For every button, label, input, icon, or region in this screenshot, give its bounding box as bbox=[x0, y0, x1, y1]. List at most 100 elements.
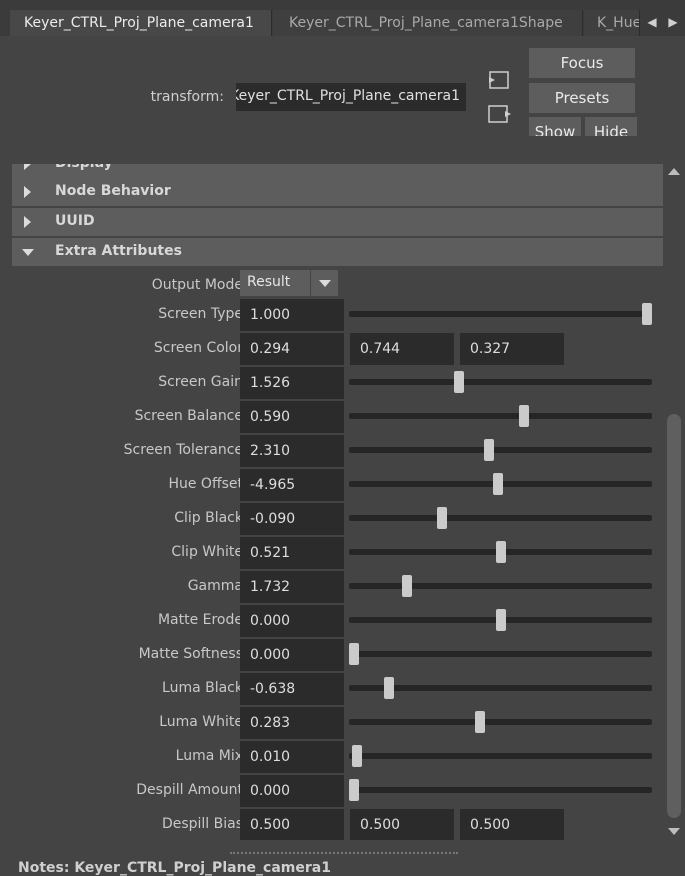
dropdown-button[interactable] bbox=[310, 270, 338, 296]
attr-slider[interactable] bbox=[349, 541, 652, 563]
attr-value-field[interactable]: 0.283 bbox=[240, 707, 344, 739]
attr-label: Screen Tolerance bbox=[123, 442, 243, 458]
collapsed-arrow-icon bbox=[24, 216, 31, 228]
attr-slider[interactable] bbox=[349, 745, 652, 767]
tab-hue[interactable]: K_Hue bbox=[584, 10, 640, 36]
attr-value-field-g[interactable]: 0.500 bbox=[350, 809, 454, 840]
tab-scroll-right-icon[interactable]: ▶ bbox=[666, 12, 680, 32]
attr-slider[interactable] bbox=[349, 643, 652, 665]
attr-row: Screen Balance 0.590 bbox=[15, 401, 663, 433]
slider-handle[interactable] bbox=[436, 507, 447, 529]
attr-slider[interactable] bbox=[349, 507, 652, 529]
attr-row: Screen Color 0.294 0.744 0.327 bbox=[15, 333, 663, 365]
attr-label: Despill Amount bbox=[136, 782, 243, 798]
slider-handle[interactable] bbox=[349, 643, 359, 665]
select-input-icon[interactable] bbox=[487, 70, 511, 90]
output-mode-dropdown[interactable]: Result bbox=[240, 270, 338, 296]
attr-value-field[interactable]: 0.000 bbox=[240, 775, 344, 807]
attr-label: Screen Type bbox=[158, 306, 243, 322]
scroll-down-icon[interactable] bbox=[668, 828, 680, 835]
focus-button[interactable]: Focus bbox=[529, 48, 635, 78]
slider-handle[interactable] bbox=[483, 439, 494, 461]
slider-handle[interactable] bbox=[642, 303, 652, 325]
attr-value-field-b[interactable]: 0.500 bbox=[460, 809, 564, 840]
slider-handle[interactable] bbox=[518, 405, 529, 427]
section-uuid[interactable]: UUID bbox=[12, 208, 663, 236]
slider-handle[interactable] bbox=[401, 575, 412, 597]
attr-slider[interactable] bbox=[349, 439, 652, 461]
attr-row: Luma White 0.283 bbox=[15, 707, 663, 739]
slider-handle[interactable] bbox=[492, 473, 503, 495]
tab-bar: Keyer_CTRL_Proj_Plane_camera1 Keyer_CTRL… bbox=[0, 0, 685, 36]
presets-button[interactable]: Presets bbox=[529, 83, 635, 113]
attr-slider[interactable] bbox=[349, 677, 652, 699]
attr-row: Despill Amount 0.000 bbox=[15, 775, 663, 807]
attr-value-field[interactable]: 0.000 bbox=[240, 639, 344, 671]
slider-handle[interactable] bbox=[454, 371, 465, 393]
section-title: Extra Attributes bbox=[55, 243, 182, 259]
attr-label: Screen Gain bbox=[158, 374, 243, 390]
attr-value-field[interactable]: 0.590 bbox=[240, 401, 344, 433]
slider-handle[interactable] bbox=[349, 779, 359, 801]
scroll-up-icon[interactable] bbox=[668, 168, 680, 175]
attr-label: Screen Balance bbox=[134, 408, 243, 424]
attr-label: Clip White bbox=[171, 544, 243, 560]
slider-handle[interactable] bbox=[351, 745, 362, 767]
attr-slider[interactable] bbox=[349, 779, 652, 801]
attr-value-field[interactable]: -4.965 bbox=[240, 469, 344, 501]
attr-slider[interactable] bbox=[349, 609, 652, 631]
slider-handle[interactable] bbox=[474, 711, 485, 733]
dropdown-value: Result bbox=[247, 274, 291, 290]
section-extra-attributes[interactable]: Extra Attributes bbox=[12, 238, 663, 266]
collapsed-arrow-icon bbox=[24, 186, 31, 198]
attr-label: Output Mode bbox=[151, 277, 243, 293]
attr-row: Matte Erode 0.000 bbox=[15, 605, 663, 637]
attr-label: Luma Black bbox=[162, 680, 243, 696]
attr-value-field[interactable]: 1.732 bbox=[240, 571, 344, 603]
section-title: Node Behavior bbox=[55, 183, 171, 199]
select-output-icon[interactable] bbox=[487, 104, 513, 124]
attr-value-field-r[interactable]: 0.294 bbox=[240, 333, 344, 365]
attr-slider[interactable] bbox=[349, 473, 652, 495]
extra-attributes-panel: Output Mode Result Screen Type 1.000 Scr… bbox=[15, 268, 663, 840]
attr-slider[interactable] bbox=[349, 575, 652, 597]
section-node-behavior[interactable]: Node Behavior bbox=[12, 178, 663, 206]
slider-handle[interactable] bbox=[495, 609, 506, 631]
attr-value-field[interactable]: -0.090 bbox=[240, 503, 344, 535]
attr-row: Matte Softness 0.000 bbox=[15, 639, 663, 671]
attr-row: Screen Tolerance 2.310 bbox=[15, 435, 663, 467]
attr-slider[interactable] bbox=[349, 405, 652, 427]
attr-slider[interactable] bbox=[349, 711, 652, 733]
notes-label: Notes: Keyer_CTRL_Proj_Plane_camera1 bbox=[18, 860, 331, 876]
attr-value-field[interactable]: -0.638 bbox=[240, 673, 344, 705]
attr-row: Luma Mix 0.010 bbox=[15, 741, 663, 773]
notes-splitter[interactable] bbox=[230, 852, 458, 854]
attr-label: Luma White bbox=[159, 714, 243, 730]
attr-value-field[interactable]: 0.010 bbox=[240, 741, 344, 773]
slider-handle[interactable] bbox=[495, 541, 506, 563]
attr-slider[interactable] bbox=[349, 371, 652, 393]
attr-slider[interactable] bbox=[349, 303, 652, 325]
attr-value-field-g[interactable]: 0.744 bbox=[350, 333, 454, 365]
attr-value-field-b[interactable]: 0.327 bbox=[460, 333, 564, 365]
attr-label: Matte Softness bbox=[138, 646, 243, 662]
transform-name-field[interactable]: Keyer_CTRL_Proj_Plane_camera1 bbox=[236, 83, 466, 111]
attr-value-field[interactable]: 0.000 bbox=[240, 605, 344, 637]
vertical-scrollbar[interactable] bbox=[663, 164, 685, 840]
attr-value-field-r[interactable]: 0.500 bbox=[240, 809, 344, 840]
attr-value-field[interactable]: 1.000 bbox=[240, 299, 344, 331]
attr-label: Luma Mix bbox=[175, 748, 243, 764]
scroll-thumb[interactable] bbox=[667, 414, 681, 818]
attr-row: Gamma 1.732 bbox=[15, 571, 663, 603]
slider-handle[interactable] bbox=[384, 677, 395, 699]
section-title: UUID bbox=[55, 213, 95, 229]
tab-shape[interactable]: Keyer_CTRL_Proj_Plane_camera1Shape bbox=[273, 10, 583, 36]
attr-label: Clip Black bbox=[174, 510, 243, 526]
attr-value-field[interactable]: 1.526 bbox=[240, 367, 344, 399]
tab-transform[interactable]: Keyer_CTRL_Proj_Plane_camera1 bbox=[10, 10, 272, 36]
attr-value-field[interactable]: 2.310 bbox=[240, 435, 344, 467]
attr-label: Gamma bbox=[187, 578, 243, 594]
tab-scroll-left-icon[interactable]: ◀ bbox=[645, 12, 659, 32]
attr-value-field[interactable]: 0.521 bbox=[240, 537, 344, 569]
chevron-down-icon bbox=[319, 280, 331, 287]
